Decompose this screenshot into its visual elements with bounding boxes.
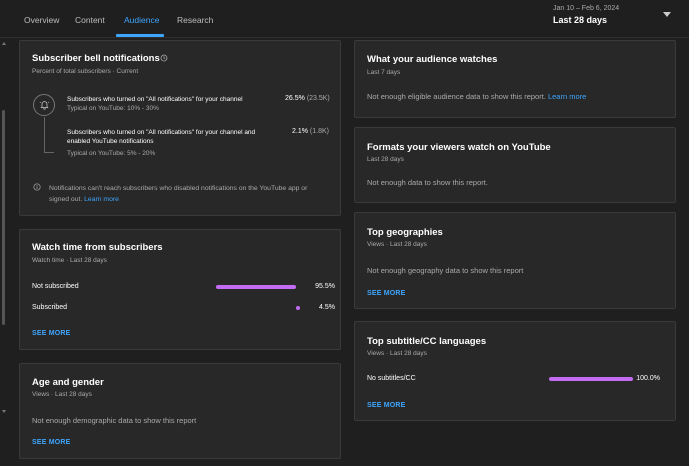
bar-fill xyxy=(296,306,300,310)
card-title: What your audience watches xyxy=(367,54,498,65)
card-title: Age and gender xyxy=(32,377,104,388)
see-more-button[interactable]: SEE MORE xyxy=(367,290,406,297)
card-title: Formats your viewers watch on YouTube xyxy=(367,142,551,153)
bar-fill xyxy=(549,377,633,381)
dropdown-caret-icon[interactable] xyxy=(663,12,671,17)
formats-card: Formats your viewers watch on YouTube La… xyxy=(354,127,676,203)
bar-label: No subtitles/CC xyxy=(367,375,416,382)
bar-track xyxy=(216,306,300,310)
history-icon[interactable] xyxy=(160,54,168,62)
card-title: Top subtitle/CC languages xyxy=(367,336,487,347)
bell-row-abs: (1.8K) xyxy=(309,128,329,135)
active-tab-indicator xyxy=(116,34,164,37)
scroll-down-icon[interactable] xyxy=(2,410,6,413)
see-more-button[interactable]: SEE MORE xyxy=(367,402,406,409)
card-subtitle: Views · Last 28 days xyxy=(367,241,427,248)
geographies-card: Top geographies Views · Last 28 days Not… xyxy=(354,212,676,309)
bar-value: 4.5% xyxy=(319,304,335,311)
bell-row-typical: Typical on YouTube: 10% - 30% xyxy=(67,105,159,112)
empty-state-message: Not enough data to show this report. xyxy=(367,178,488,187)
bell-row-typical: Typical on YouTube: 5% - 20% xyxy=(67,150,156,157)
bell-row-pct: 26.5% xyxy=(285,95,305,102)
bar-track xyxy=(216,285,300,289)
tab-research[interactable]: Research xyxy=(177,15,213,25)
bell-notifications-card: Subscriber bell notifications Percent of… xyxy=(19,40,341,216)
tab-audience[interactable]: Audience xyxy=(124,15,159,25)
top-tab-bar: Overview Content Audience Research Jan 1… xyxy=(0,0,689,38)
bar-fill xyxy=(216,285,297,289)
card-subtitle: Views · Last 28 days xyxy=(32,391,92,398)
bell-row-abs: (23.5K) xyxy=(306,95,330,102)
empty-state-message: Not enough eligible audience data to sho… xyxy=(367,92,586,101)
bell-row-title: Subscribers who turned on "All notificat… xyxy=(67,96,243,103)
empty-state-message: Not enough demographic data to show this… xyxy=(32,416,197,425)
bell-row-title: Subscribers who turned on "All notificat… xyxy=(67,129,256,145)
info-text: Notifications can't reach subscribers wh… xyxy=(49,183,319,205)
watch-time-card: Watch time from subscribers Watch time ·… xyxy=(19,229,341,350)
learn-more-link[interactable]: Learn more xyxy=(84,196,119,203)
bar-label: Not subscribed xyxy=(32,283,79,290)
card-subtitle: Percent of total subscribers · Current xyxy=(32,68,139,75)
scrollbar-thumb[interactable] xyxy=(2,110,5,325)
subtitle-languages-card: Top subtitle/CC languages Views · Last 2… xyxy=(354,321,676,421)
bar-value: 95.5% xyxy=(315,283,335,290)
card-title: Top geographies xyxy=(367,227,443,238)
card-subtitle: Views · Last 28 days xyxy=(367,350,427,357)
bell-row-value: 26.5% (23.5K) xyxy=(285,95,330,102)
date-range-label: Last 28 days xyxy=(553,15,608,25)
see-more-button[interactable]: SEE MORE xyxy=(32,439,71,446)
tree-connector xyxy=(44,117,54,153)
see-more-button[interactable]: SEE MORE xyxy=(32,330,71,337)
bar-value: 100.0% xyxy=(636,375,660,382)
bell-row-pct: 2.1% xyxy=(292,128,308,135)
bell-ringing-icon xyxy=(39,100,49,110)
bar-label: Subscribed xyxy=(32,304,68,311)
empty-state-message: Not enough geography data to show this r… xyxy=(367,266,524,275)
card-title: Watch time from subscribers xyxy=(32,242,163,253)
audience-watches-card: What your audience watches Last 7 days N… xyxy=(354,40,676,118)
card-subtitle: Last 7 days xyxy=(367,69,401,76)
scroll-up-icon[interactable] xyxy=(2,42,6,45)
tab-overview[interactable]: Overview xyxy=(24,15,59,25)
bell-icon-circle xyxy=(33,94,55,116)
bell-row-value: 2.1% (1.8K) xyxy=(292,128,329,135)
card-subtitle: Watch time · Last 28 days xyxy=(32,257,107,264)
empty-state-text: Not enough eligible audience data to sho… xyxy=(367,92,546,101)
learn-more-link[interactable]: Learn more xyxy=(548,92,586,101)
bar-track xyxy=(549,377,633,381)
card-title: Subscriber bell notifications xyxy=(32,53,160,64)
tab-content[interactable]: Content xyxy=(75,15,105,25)
info-icon xyxy=(33,183,41,191)
card-subtitle: Last 28 days xyxy=(367,156,404,163)
date-range-text: Jan 10 – Feb 6, 2024 xyxy=(553,5,620,12)
age-gender-card: Age and gender Views · Last 28 days Not … xyxy=(19,363,341,459)
